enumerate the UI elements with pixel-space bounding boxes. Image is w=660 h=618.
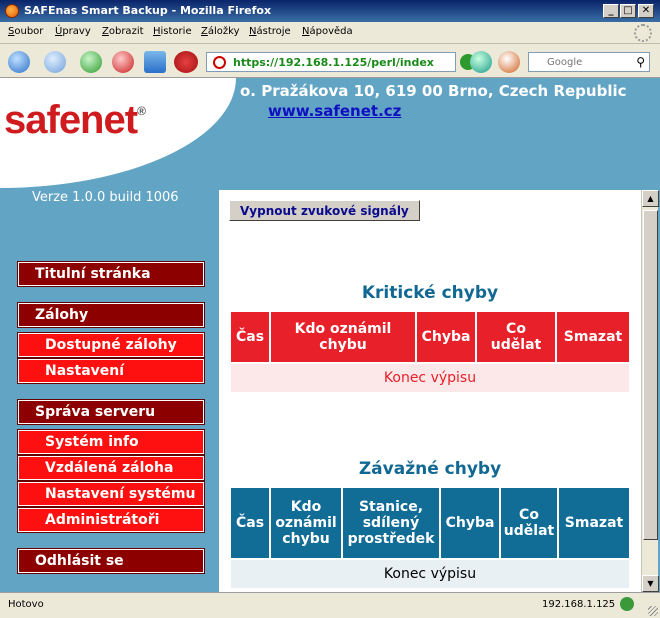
search-input[interactable] xyxy=(547,55,627,70)
menu-edit[interactable]: Úpravy xyxy=(55,26,91,37)
scroll-down-icon[interactable]: ▼ xyxy=(642,575,659,592)
menu-bar: Soubor Úpravy Zobrazit Historie Záložky … xyxy=(0,22,660,44)
minimize-button[interactable]: _ xyxy=(603,4,619,18)
col-action: Co udělat xyxy=(477,312,555,362)
navigation-toolbar: https://192.168.1.125/perl/index ⚲ xyxy=(0,44,660,78)
close-button[interactable]: ✕ xyxy=(638,4,654,18)
search-icon[interactable]: ⚲ xyxy=(636,55,645,69)
scroll-up-icon[interactable]: ▲ xyxy=(642,190,659,207)
col-error: Chyba xyxy=(417,312,475,362)
nav-title-page[interactable]: Titulní stránka xyxy=(17,261,205,287)
nav-system-settings[interactable]: Nastavení systému xyxy=(17,481,205,507)
ssl-status-icon[interactable] xyxy=(620,597,634,611)
back-icon[interactable] xyxy=(8,51,30,73)
safenet-logo: safenet® xyxy=(4,98,146,143)
website-link[interactable]: www.safenet.cz xyxy=(268,102,401,120)
nav-available-backups[interactable]: Dostupné zálohy xyxy=(17,332,205,358)
print-icon[interactable] xyxy=(498,51,520,73)
status-bar: Hotovo 192.168.1.125 xyxy=(0,592,660,618)
col-reporter: Kdo oznámil chybu xyxy=(271,488,341,558)
status-text: Hotovo xyxy=(8,599,44,610)
nav-settings[interactable]: Nastavení xyxy=(17,358,205,384)
col-time: Čas xyxy=(231,488,269,558)
scroll-thumb[interactable] xyxy=(643,210,658,540)
nav-backups[interactable]: Zálohy xyxy=(17,302,205,328)
logo-text: safenet xyxy=(4,98,138,142)
search-box[interactable]: ⚲ xyxy=(528,52,650,72)
col-delete: Smazat xyxy=(559,488,629,558)
main-content: Vypnout zvukové signály Kritické chyby Č… xyxy=(219,190,641,592)
throbber-icon xyxy=(634,24,652,42)
col-station: Stanice, sdílený prostředek xyxy=(343,488,439,558)
menu-history[interactable]: Historie xyxy=(153,26,192,37)
nav-administrators[interactable]: Administrátoři xyxy=(17,507,205,533)
address-bar[interactable]: https://192.168.1.125/perl/index xyxy=(206,52,456,72)
mute-sounds-button[interactable]: Vypnout zvukové signály xyxy=(229,200,420,221)
go-icon[interactable] xyxy=(470,51,492,73)
window-title: SAFEnas Smart Backup - Mozilla Firefox xyxy=(24,4,272,17)
version-label: Verze 1.0.0 build 1006 xyxy=(32,190,179,205)
company-address: o. Pražákova 10, 619 00 Brno, Czech Repu… xyxy=(240,82,627,100)
stop-icon[interactable] xyxy=(112,51,134,73)
severe-end-of-list: Konec výpisu xyxy=(231,560,629,588)
page-viewport: safenet® o. Pražákova 10, 619 00 Brno, C… xyxy=(0,78,660,592)
menu-tools[interactable]: Nástroje xyxy=(249,26,291,37)
forward-icon[interactable] xyxy=(44,51,66,73)
nav-remote-backup[interactable]: Vzdálená záloha xyxy=(17,455,205,481)
home-icon[interactable] xyxy=(144,51,166,73)
col-time: Čas xyxy=(231,312,269,362)
col-delete: Smazat xyxy=(557,312,629,362)
nav-system-info[interactable]: Systém info xyxy=(17,429,205,455)
address-url: https://192.168.1.125/perl/index xyxy=(233,56,434,69)
critical-errors-table: Čas Kdo oznámil chybu Chyba Co udělat Sm… xyxy=(229,310,631,394)
menu-help[interactable]: Nápověda xyxy=(302,26,353,37)
menu-view[interactable]: Zobrazit xyxy=(102,26,144,37)
severe-errors-title: Závažné chyby xyxy=(358,459,502,479)
critical-end-of-list: Konec výpisu xyxy=(231,364,629,392)
reload-icon[interactable] xyxy=(80,51,102,73)
nav-server-admin[interactable]: Správa serveru xyxy=(17,399,205,425)
adblock-icon[interactable] xyxy=(174,51,198,73)
menu-file[interactable]: Soubor xyxy=(8,26,43,37)
col-error: Chyba xyxy=(441,488,499,558)
col-action: Co udělat xyxy=(501,488,557,558)
logo-registered-mark: ® xyxy=(137,104,146,118)
site-icon xyxy=(213,56,226,69)
severe-errors-table: Čas Kdo oznámil chybu Stanice, sdílený p… xyxy=(229,486,631,590)
critical-errors-title: Kritické chyby xyxy=(361,283,499,303)
col-reporter: Kdo oznámil chybu xyxy=(271,312,415,362)
menu-bookmarks[interactable]: Záložky xyxy=(201,26,240,37)
window-titlebar: SAFEnas Smart Backup - Mozilla Firefox _… xyxy=(0,0,660,22)
maximize-button[interactable]: □ xyxy=(620,4,636,18)
status-host: 192.168.1.125 xyxy=(542,599,616,610)
page-scrollbar[interactable]: ▲ ▼ xyxy=(641,190,659,592)
firefox-icon xyxy=(5,4,19,18)
resize-grip-icon[interactable] xyxy=(648,606,658,616)
logo-area: safenet® xyxy=(0,78,236,188)
nav-logout[interactable]: Odhlásit se xyxy=(17,548,205,574)
